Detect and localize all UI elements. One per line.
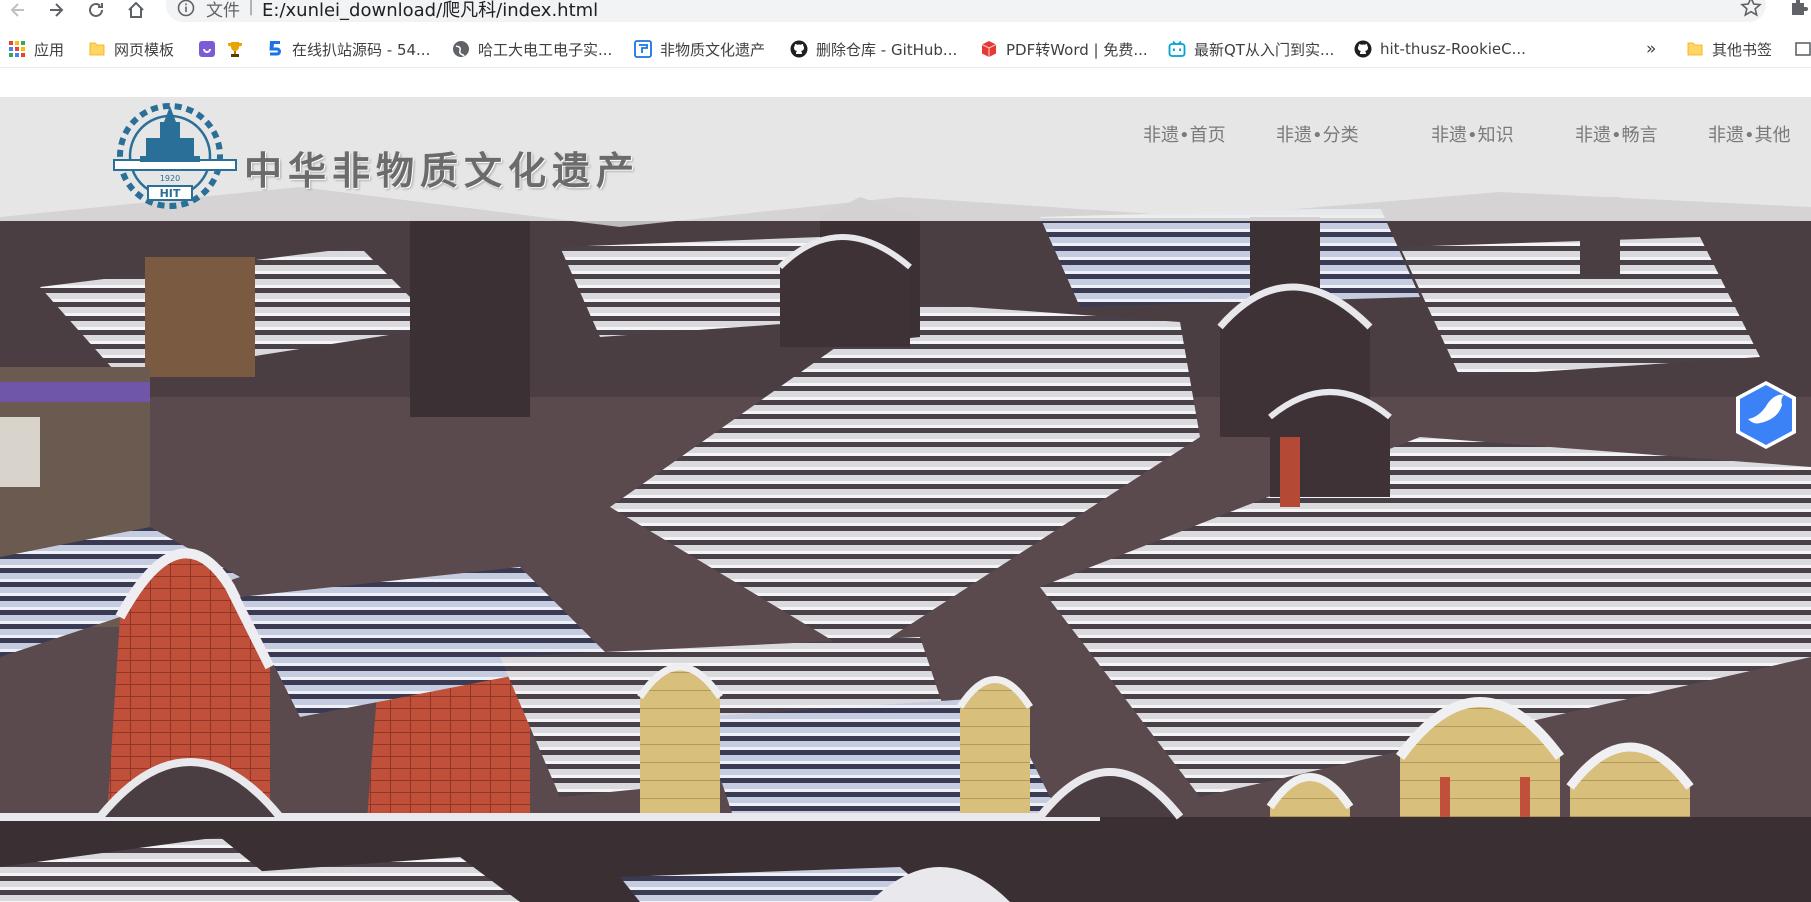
info-icon[interactable] [176,0,196,18]
home-icon [128,1,144,18]
bookmark-label: 非物质文化遗产 [660,40,766,59]
nav-knowledge[interactable]: 非遗•知识 [1431,121,1514,147]
reload-button[interactable] [82,0,110,22]
bilibili-icon [1168,40,1186,58]
github-icon [1354,40,1372,58]
forward-button[interactable] [42,0,70,22]
logo-year: 1920 [160,174,180,183]
bookmark-apps[interactable]: 应用 [8,30,64,68]
nav-home[interactable]: 非遗•首页 [1143,121,1226,147]
address-prefix: 文件 [206,1,240,21]
logo-text: HIT [160,187,181,200]
bookmark-folder-templates[interactable]: 网页模板 [88,30,174,68]
pdf-box-icon [980,40,998,58]
nav-discussion[interactable]: 非遗•畅言 [1575,121,1658,147]
reading-list-button[interactable] [1794,30,1811,68]
address-url[interactable]: E:/xunlei_download/爬凡科/index.html [262,0,598,22]
apps-grid-icon [8,40,26,58]
nav-category[interactable]: 非遗•分类 [1276,121,1359,147]
bookmark-purple-app[interactable] [198,30,216,68]
bookmark-label: 删除仓库 - GitHub... [816,40,958,59]
bookmark-label: 最新QT从入门到实... [1194,40,1335,59]
bookmark-other-folder[interactable]: 其他书签 [1686,30,1772,68]
bookmark-trophy[interactable] [226,30,244,68]
trophy-icon [226,40,244,58]
bookmark-overflow-button[interactable]: » [1646,30,1656,68]
floating-bird-badge[interactable] [1734,379,1798,451]
bookmark-pdf-word[interactable]: PDF转Word | 免费... [980,30,1148,68]
site-title: 中华非物质文化遗产 [244,148,641,193]
overflow-chevron-icon: » [1646,39,1657,59]
forward-arrow-icon [50,3,64,17]
bookmark-source-site[interactable]: 在线扒站源码 - 54... [266,30,430,68]
bookmark-label: 应用 [34,40,65,59]
address-separator: | [248,0,255,16]
nav-other[interactable]: 非遗•其他 [1708,121,1791,147]
home-button[interactable] [122,0,150,22]
bookmark-label: PDF转Word | 免费... [1006,40,1148,59]
bookmark-label: 网页模板 [114,40,175,59]
bookmarks-bar: 应用 网页模板 在线扒站源码 - 54... 哈工大电工电子实... 非物质文化 [0,30,1811,68]
bookmark-label: 其他书签 [1712,40,1773,59]
bookmark-star-icon[interactable] [1740,0,1762,18]
reading-list-icon [1794,40,1811,58]
address-row: 文件 | E:/xunlei_download/爬凡科/index.html [0,0,1811,24]
five-logo-icon [266,40,284,58]
folder-icon [88,40,106,58]
bookmark-github-rookie[interactable]: hit-thusz-RookieC... [1354,30,1526,68]
bookmark-qt-course[interactable]: 最新QT从入门到实... [1168,30,1334,68]
bookmark-github-delete[interactable]: 删除仓库 - GitHub... [790,30,957,68]
github-icon [790,40,808,58]
site-logo-icon [634,40,652,58]
bookmark-heritage[interactable]: 非物质文化遗产 [634,30,765,68]
folder-icon [1686,40,1704,58]
bookmark-label: hit-thusz-RookieC... [1380,40,1526,58]
purple-app-icon [198,40,216,58]
back-arrow-icon [10,3,24,17]
reload-icon [89,2,103,17]
globe-icon [452,40,470,58]
extensions-puzzle-icon[interactable] [1788,0,1810,18]
bookmark-label: 哈工大电工电子实... [478,40,613,59]
bookmark-label: 在线扒站源码 - 54... [292,40,431,59]
bookmark-hit-lab[interactable]: 哈工大电工电子实... [452,30,612,68]
back-button[interactable] [4,0,32,22]
university-logo[interactable]: 1920 HIT [110,100,240,212]
